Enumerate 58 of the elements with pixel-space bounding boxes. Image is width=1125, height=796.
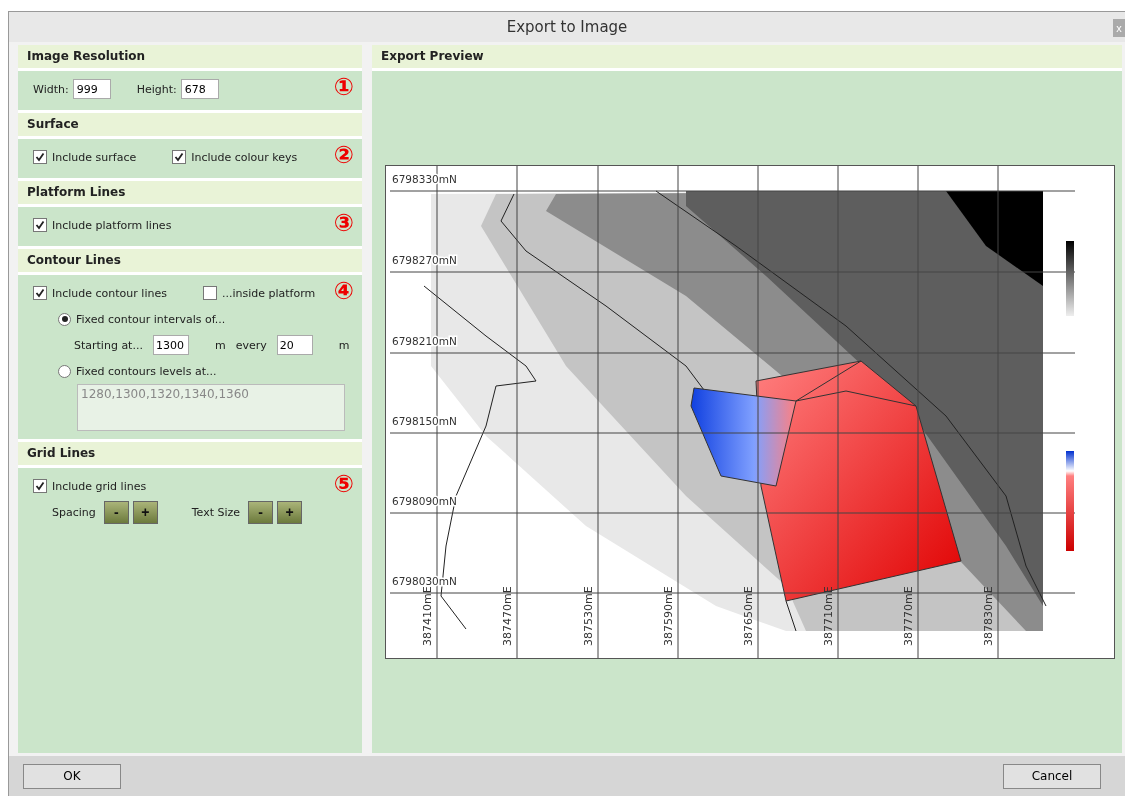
callout-number: ④ [333, 278, 354, 304]
checkbox-label: Include contour lines [52, 286, 167, 300]
easting-label: 387770mE [902, 586, 915, 646]
radio-button[interactable] [58, 364, 71, 378]
easting-label: 387470mE [501, 586, 514, 646]
checkbox[interactable] [202, 286, 217, 300]
stepper-button[interactable]: - [248, 500, 274, 524]
section-header: Surface [18, 113, 362, 136]
input-field[interactable]: 678 [180, 79, 219, 99]
radio-label: Fixed contours levels at... [76, 364, 217, 378]
checkbox-label: Include platform lines [52, 218, 172, 232]
easting-label: 387530mE [582, 586, 595, 646]
section-header: Contour Lines [18, 249, 362, 272]
input-field[interactable]: 20 [276, 335, 313, 355]
field-label: Height: [136, 82, 177, 96]
checkbox-label: Include grid lines [52, 479, 147, 493]
field-label: Spacing [52, 505, 96, 519]
easting-label: 387650mE [742, 586, 755, 646]
easting-label: 387830mE [982, 586, 995, 646]
field-label: Width: [33, 82, 69, 96]
section-header: Export Preview [372, 45, 1122, 68]
stepper-button[interactable]: - [103, 500, 129, 524]
field-label: Text Size [191, 505, 241, 519]
checkbox[interactable] [33, 286, 47, 300]
input-field[interactable]: 1300 [152, 335, 189, 355]
field-label: m [338, 338, 350, 352]
checkbox-label: Include surface [52, 150, 137, 164]
checkbox[interactable] [33, 150, 47, 164]
checkbox-label: Include colour keys [191, 150, 298, 164]
callout-number: ③ [333, 210, 354, 236]
field-label: every [235, 338, 267, 352]
checkbox[interactable] [33, 218, 47, 232]
radio-button[interactable] [58, 312, 71, 326]
section-header: Grid Lines [18, 442, 362, 465]
northing-label: 6798150mN [392, 415, 457, 427]
easting-label: 387710mE [822, 586, 835, 646]
section-header: Platform Lines [18, 181, 362, 204]
northing-label: 6798270mN [392, 254, 457, 266]
northing-label: 6798210mN [392, 335, 457, 347]
callout-number: ⑤ [333, 471, 354, 497]
callout-number: ② [333, 142, 354, 168]
dialog-button[interactable]: OK [23, 763, 121, 789]
stepper-button[interactable]: + [277, 500, 303, 524]
field-label: m [214, 338, 226, 352]
checkbox[interactable] [172, 150, 187, 164]
checkbox-label: ...inside platform [221, 286, 316, 300]
easting-label: 387590mE [662, 586, 675, 646]
radio-label: Fixed contour intervals of... [76, 312, 226, 326]
field-label: Starting at... [74, 338, 143, 352]
stepper-button[interactable]: + [132, 500, 158, 524]
section-header: Image Resolution [18, 45, 362, 68]
dialog-button[interactable]: Cancel [1003, 763, 1101, 789]
checkbox[interactable] [33, 479, 47, 493]
easting-label: 387410mE [421, 586, 434, 646]
callout-number: ① [333, 74, 354, 100]
northing-label: 6798330mN [392, 173, 457, 185]
window-title: Export to Image [506, 18, 628, 36]
input-field[interactable]: 999 [72, 79, 111, 99]
